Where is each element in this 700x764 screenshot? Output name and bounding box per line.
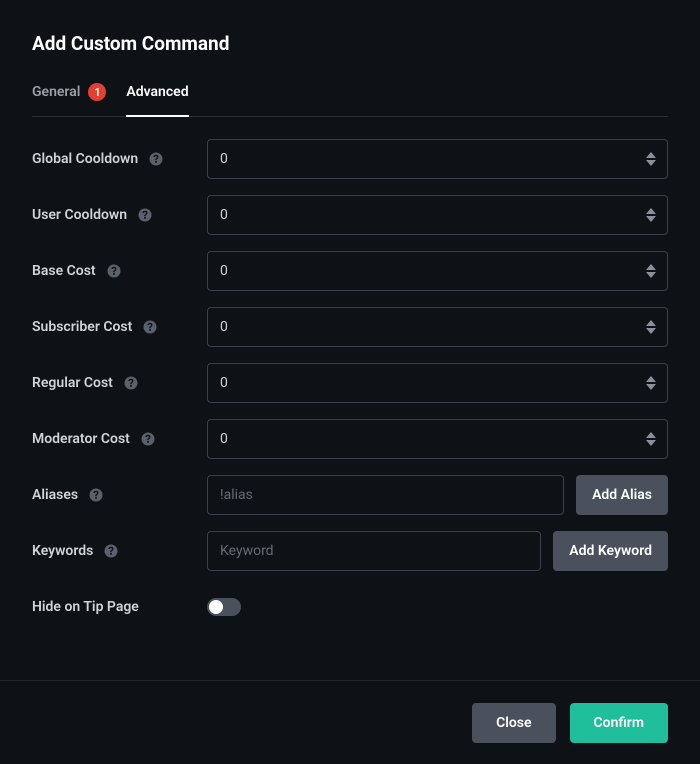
modal-content: Add Custom Command General 1 Advanced Gl… xyxy=(0,0,700,680)
hide-on-tip-toggle[interactable] xyxy=(207,598,241,616)
tab-label: Advanced xyxy=(126,84,188,100)
close-button[interactable]: Close xyxy=(472,703,555,743)
row-global-cooldown: Global Cooldown xyxy=(32,139,668,179)
row-hide-on-tip: Hide on Tip Page xyxy=(32,587,668,627)
tab-advanced[interactable]: Advanced xyxy=(126,83,188,117)
help-icon xyxy=(137,207,153,223)
label-text: Regular Cost xyxy=(32,375,113,391)
alias-input[interactable] xyxy=(207,475,564,515)
keyword-input[interactable] xyxy=(207,531,541,571)
label-text: Subscriber Cost xyxy=(32,319,132,335)
label-hide-on-tip: Hide on Tip Page xyxy=(32,599,207,615)
help-icon xyxy=(103,543,119,559)
label-aliases: Aliases xyxy=(32,487,207,503)
label-text: Moderator Cost xyxy=(32,431,130,447)
label-text: Base Cost xyxy=(32,263,96,279)
base-cost-input[interactable] xyxy=(207,251,668,291)
row-base-cost: Base Cost xyxy=(32,251,668,291)
tab-badge: 1 xyxy=(88,83,106,101)
help-icon xyxy=(148,151,164,167)
help-icon xyxy=(88,487,104,503)
user-cooldown-input[interactable] xyxy=(207,195,668,235)
row-regular-cost: Regular Cost xyxy=(32,363,668,403)
help-icon xyxy=(140,431,156,447)
label-text: Hide on Tip Page xyxy=(32,599,139,615)
confirm-button[interactable]: Confirm xyxy=(570,703,668,743)
toggle-thumb xyxy=(209,600,223,614)
row-user-cooldown: User Cooldown xyxy=(32,195,668,235)
global-cooldown-input[interactable] xyxy=(207,139,668,179)
tab-label: General xyxy=(32,84,80,100)
label-text: Keywords xyxy=(32,543,93,559)
label-text: Aliases xyxy=(32,487,78,503)
tab-bar: General 1 Advanced xyxy=(32,83,668,117)
moderator-cost-input[interactable] xyxy=(207,419,668,459)
add-keyword-button[interactable]: Add Keyword xyxy=(553,531,668,571)
label-text: User Cooldown xyxy=(32,207,127,223)
modal-title: Add Custom Command xyxy=(32,32,668,55)
row-subscriber-cost: Subscriber Cost xyxy=(32,307,668,347)
label-subscriber-cost: Subscriber Cost xyxy=(32,319,207,335)
label-text: Global Cooldown xyxy=(32,151,138,167)
help-icon xyxy=(106,263,122,279)
label-user-cooldown: User Cooldown xyxy=(32,207,207,223)
row-aliases: Aliases Add Alias xyxy=(32,475,668,515)
subscriber-cost-input[interactable] xyxy=(207,307,668,347)
regular-cost-input[interactable] xyxy=(207,363,668,403)
help-icon xyxy=(123,375,139,391)
row-moderator-cost: Moderator Cost xyxy=(32,419,668,459)
label-keywords: Keywords xyxy=(32,543,207,559)
add-custom-command-modal: Add Custom Command General 1 Advanced Gl… xyxy=(0,0,700,764)
row-keywords: Keywords Add Keyword xyxy=(32,531,668,571)
label-base-cost: Base Cost xyxy=(32,263,207,279)
modal-footer: Close Confirm xyxy=(0,680,700,764)
label-moderator-cost: Moderator Cost xyxy=(32,431,207,447)
label-regular-cost: Regular Cost xyxy=(32,375,207,391)
tab-general[interactable]: General 1 xyxy=(32,83,106,117)
help-icon xyxy=(142,319,158,335)
label-global-cooldown: Global Cooldown xyxy=(32,151,207,167)
add-alias-button[interactable]: Add Alias xyxy=(576,475,668,515)
